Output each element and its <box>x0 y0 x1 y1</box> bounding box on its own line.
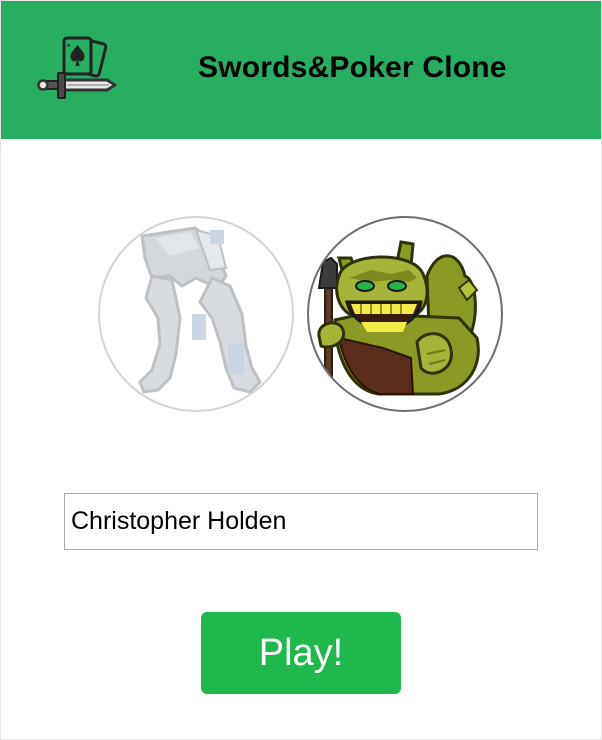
knight-avatar[interactable] <box>98 216 294 412</box>
player-name-input[interactable] <box>64 493 538 550</box>
knight-avatar-icon <box>138 226 262 394</box>
header-bar: ♠ Swords&Poker Clone <box>1 1 601 139</box>
sword-and-cards-icon: ♠ <box>37 35 121 105</box>
ogre-avatar-icon <box>317 240 480 401</box>
app-title: Swords&Poker Clone <box>198 51 507 84</box>
ogre-avatar[interactable] <box>307 216 503 412</box>
app-window: ♠ Swords&Poker Clone Christopher Holden … <box>0 0 602 740</box>
play-button[interactable]: Play! <box>201 612 401 694</box>
